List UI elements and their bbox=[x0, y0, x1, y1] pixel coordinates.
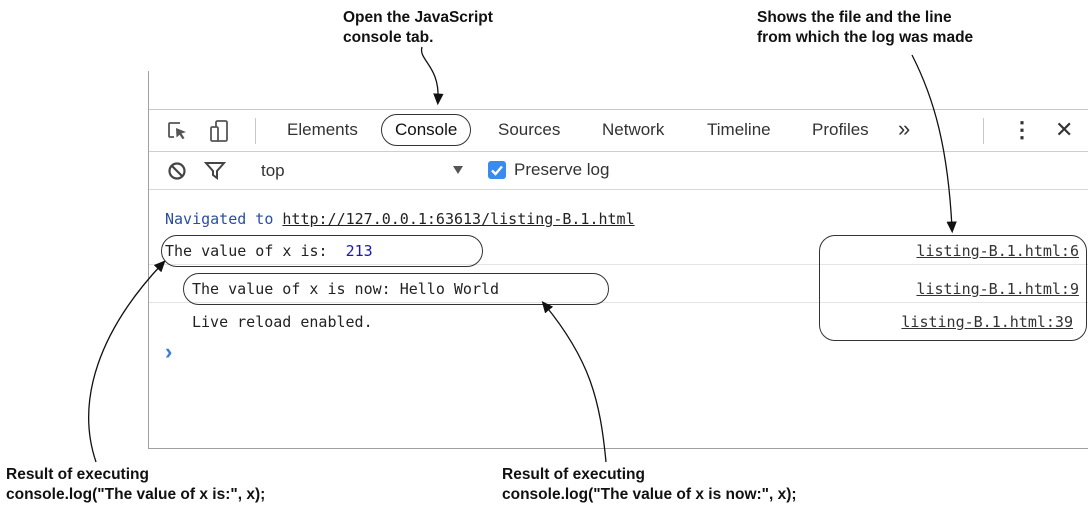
arrow-to-row-1 bbox=[88, 260, 166, 463]
arrow-to-row-2 bbox=[541, 300, 607, 463]
annotation-arrows bbox=[88, 46, 957, 463]
arrow-to-console-tab bbox=[420, 46, 444, 106]
arrow-to-source-links bbox=[911, 54, 957, 234]
